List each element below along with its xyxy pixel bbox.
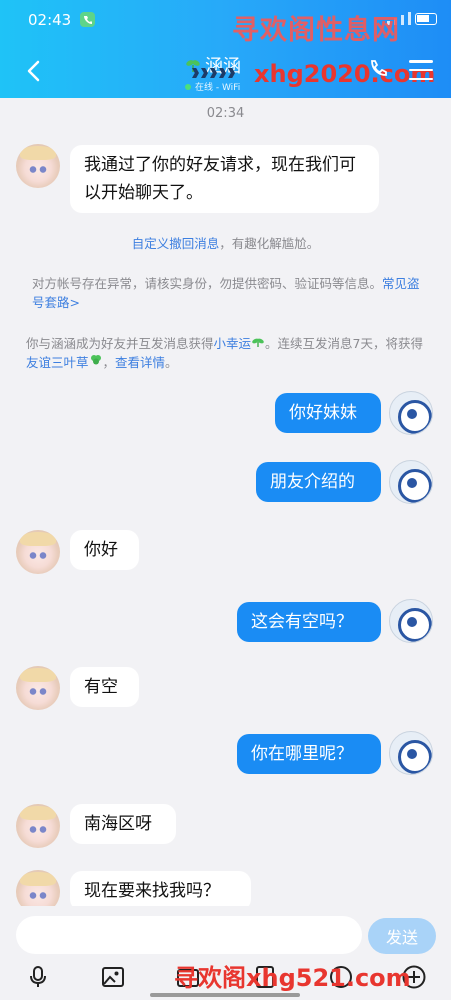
watermark-bottom: 寻欢阁xhg521.com (174, 964, 411, 992)
contact-avatar[interactable] (16, 530, 60, 574)
friend-end: 。 (165, 355, 178, 370)
clover-icon (90, 355, 101, 365)
microphone-icon[interactable] (25, 964, 51, 990)
watermark-top: 寻欢阁性息网 (232, 15, 400, 46)
message-bubble-outgoing[interactable]: 这会有空吗？ (237, 602, 381, 642)
message-bubble-incoming[interactable]: 有空 (70, 667, 139, 707)
warning-text: 对方帐号存在异常，请核实身份，勿提供密码、验证码等信息。 (32, 276, 383, 291)
phone-icon[interactable] (367, 58, 389, 80)
message-bubble-incoming[interactable]: 我通过了你的好友请求，现在我们可以开始聊天了。 (70, 145, 379, 213)
contact-avatar[interactable] (16, 804, 60, 848)
friend-prefix: 你与涵涵成为好友并互发消息获得 (26, 336, 214, 351)
user-avatar[interactable] (389, 731, 433, 775)
call-status-icon (80, 12, 95, 27)
friend-notice: 你与涵涵成为好友并互发消息获得小幸运 。连续互发消息7天，将获得友谊三叶草 ，查看详… (26, 334, 426, 372)
recall-link[interactable]: 自定义撤回消息 (132, 236, 220, 251)
recall-tail: ，有趣化解尴尬。 (219, 236, 320, 251)
status-time: 02:43 (28, 11, 72, 29)
friend-sep: ， (102, 355, 116, 370)
details-link[interactable]: 查看详情 (115, 355, 165, 370)
chat-area[interactable]: 02:34 我通过了你的好友请求，现在我们可以开始聊天了。 自定义撤回消息，有趣… (0, 98, 451, 914)
chevron-left-icon (27, 60, 40, 82)
luck-link[interactable]: 小幸运 (214, 336, 252, 351)
message-bubble-incoming[interactable]: 南海区呀 (70, 804, 176, 844)
message-bubble-outgoing[interactable]: 你在哪里呢？ (237, 734, 381, 774)
security-warning: 对方帐号存在异常，请核实身份，勿提供密码、验证码等信息。常见盗号套路> (32, 274, 427, 312)
message-timestamp: 02:34 (206, 106, 245, 121)
menu-button[interactable] (409, 60, 433, 80)
contact-avatar[interactable] (16, 666, 60, 710)
clover-link[interactable]: 友谊三叶草 (26, 355, 89, 370)
contact-status: 在线 - WiFi (195, 83, 241, 93)
back-button[interactable] (18, 56, 48, 86)
user-avatar[interactable] (389, 599, 433, 643)
contact-avatar[interactable] (16, 144, 60, 188)
sprout-icon (252, 338, 264, 347)
arrow-chain-icon (192, 68, 235, 78)
user-avatar[interactable] (389, 391, 433, 435)
recall-notice: 自定义撤回消息，有趣化解尴尬。 (0, 234, 451, 253)
home-indicator[interactable] (150, 993, 300, 997)
message-bubble-outgoing[interactable]: 朋友介绍的 (256, 462, 381, 502)
user-avatar[interactable] (389, 460, 433, 504)
online-indicator (185, 83, 191, 90)
message-bubble-incoming[interactable]: 现在要来找我吗？ (70, 871, 251, 911)
friend-mid: 。连续互发消息7天，将获得 (265, 336, 423, 351)
message-input[interactable] (16, 916, 362, 954)
send-button[interactable]: 发送 (368, 918, 436, 954)
battery-icon (415, 13, 437, 25)
message-bubble-outgoing[interactable]: 你好妹妹 (275, 393, 381, 433)
message-bubble-incoming[interactable]: 你好 (70, 530, 139, 570)
chat-header: 02:43 寻欢阁性息网 涵涵 在线 - WiFi xhg2020.com (0, 0, 451, 98)
image-icon[interactable] (100, 964, 126, 990)
